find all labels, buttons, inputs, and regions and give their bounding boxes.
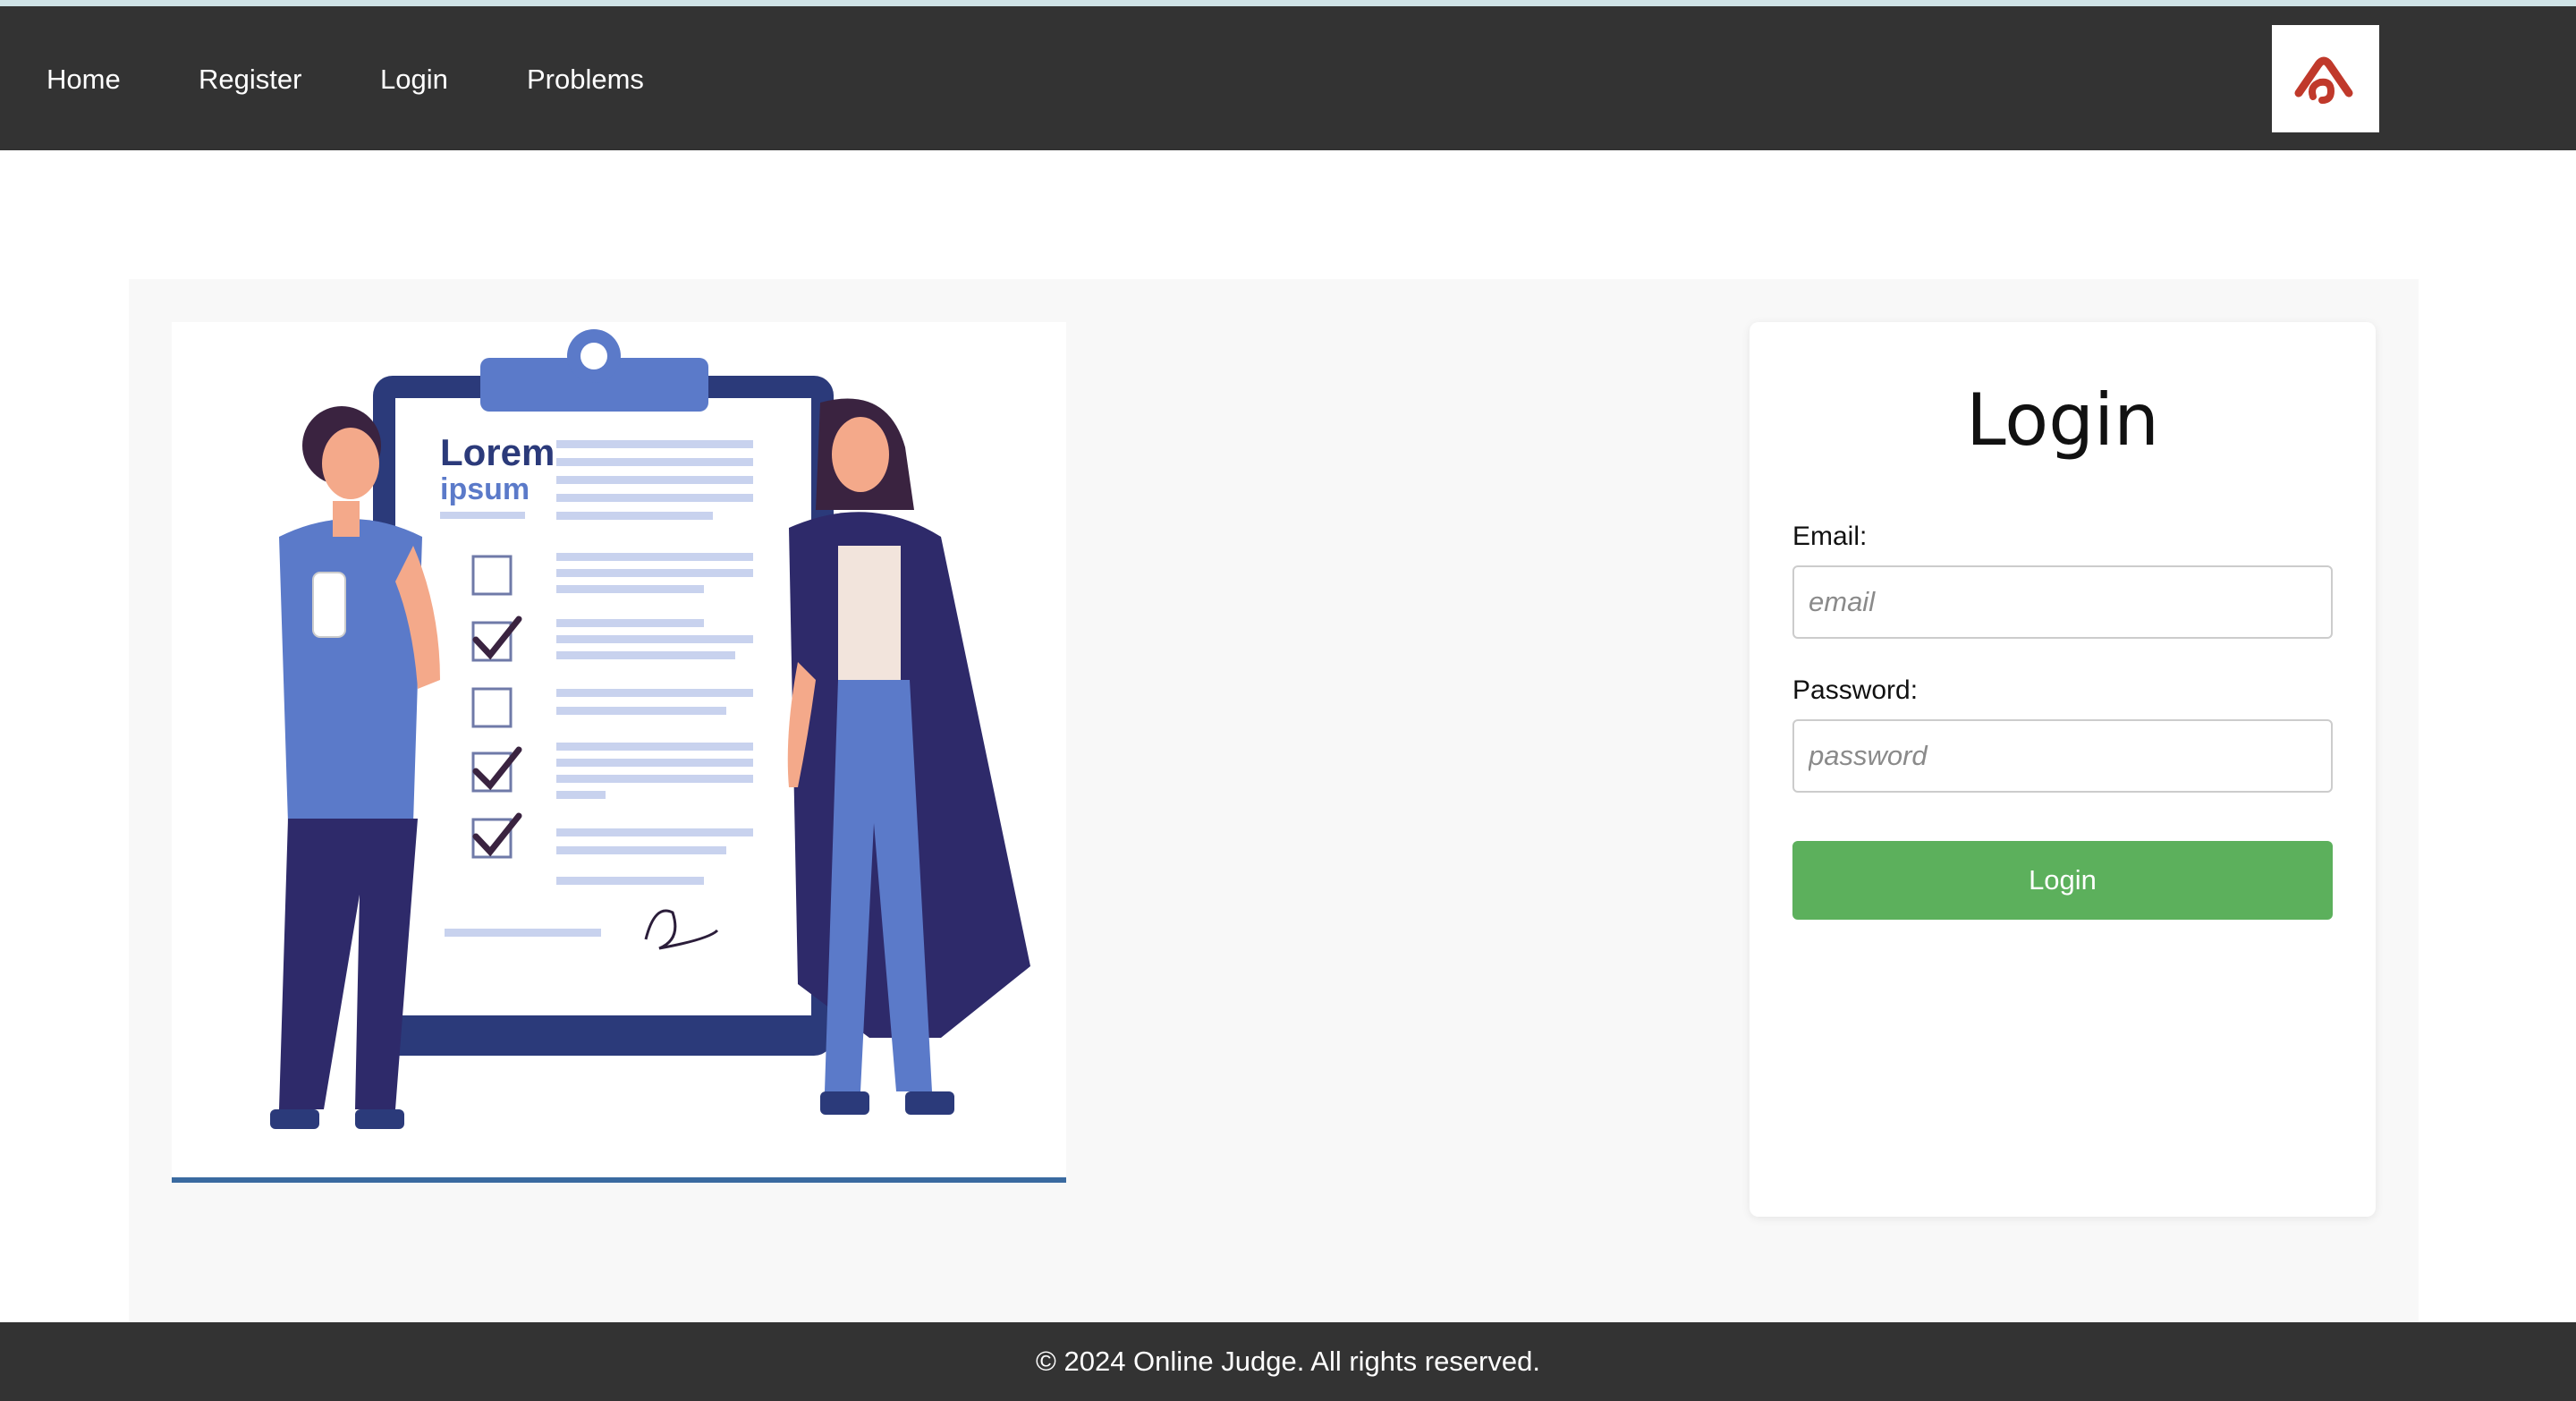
logo-icon	[2294, 56, 2353, 104]
nav-link-home[interactable]: Home	[47, 64, 121, 96]
footer: © 2024 Online Judge. All rights reserved…	[0, 1322, 2576, 1401]
clipboard-people-illustration: Lorem ipsum	[270, 329, 1030, 1129]
login-card: Login Email: Password: Login	[1750, 322, 2376, 1217]
login-title: Login	[1966, 378, 2159, 462]
nav-link-register[interactable]: Register	[199, 64, 301, 96]
login-button[interactable]: Login	[1792, 841, 2333, 920]
main-content: Lorem ipsum Login Email: email Password:…	[129, 279, 2419, 1322]
illustration-image: Lorem ipsum	[172, 322, 1066, 1183]
navbar: Home Register Login Problems	[0, 6, 2576, 150]
nav-link-problems[interactable]: Problems	[527, 64, 644, 96]
clipboard-subheading: ipsum	[440, 472, 530, 506]
password-label: Password:	[1792, 675, 1919, 705]
nav-link-login[interactable]: Login	[380, 64, 448, 96]
footer-text: © 2024 Online Judge. All rights reserved…	[1036, 1346, 1540, 1377]
top-accent-strip	[0, 0, 2576, 6]
logo[interactable]	[2272, 25, 2379, 132]
clipboard-heading: Lorem	[440, 431, 555, 473]
password-field[interactable]	[1792, 719, 2333, 793]
email-label: Email:	[1792, 522, 1868, 551]
email-field[interactable]	[1792, 565, 2333, 639]
